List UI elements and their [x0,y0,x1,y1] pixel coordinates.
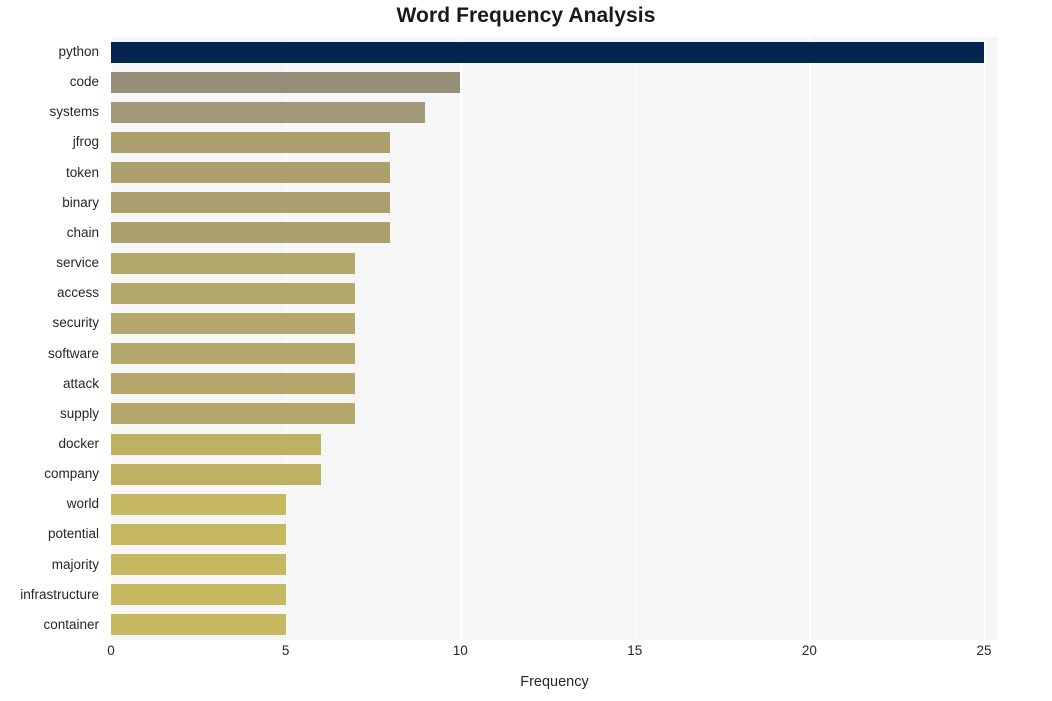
y-tick-label-security: security [52,315,99,331]
word-frequency-chart: Word Frequency Analysis python code system… [0,0,1052,701]
y-tick-label-binary: binary [62,194,99,210]
bar-chain [111,222,391,244]
y-tick-label-jfrog: jfrog [72,134,99,150]
bar-binary [111,192,391,214]
bar-row [111,188,998,218]
bar-row [111,580,998,610]
bar-row [111,308,998,338]
bar-world [111,493,286,515]
bar-row [111,127,998,157]
bar-code [111,71,461,93]
bars-layer [111,37,998,640]
x-tick-label-20: 20 [801,643,817,658]
bar-token [111,162,391,184]
bar-systems [111,101,426,123]
y-tick-label-docker: docker [58,435,99,451]
y-tick-label-service: service [56,255,99,271]
x-axis-title: Frequency [520,674,589,690]
bar-row [111,429,998,459]
bar-row [111,489,998,519]
y-axis-tick-labels: python code systems jfrog token binary chain se… [0,37,105,640]
bar-row [111,248,998,278]
x-tick-label-10: 10 [452,643,468,658]
bar-row [111,369,998,399]
bar-row [111,519,998,549]
bar-row [111,97,998,127]
bar-service [111,252,356,274]
y-tick-label-attack: attack [62,375,99,391]
bar-row [111,67,998,97]
bar-row [111,158,998,188]
chart-title: Word Frequency Analysis [396,4,656,27]
bar-row [111,218,998,248]
y-tick-label-supply: supply [59,405,99,421]
x-tick-label-15: 15 [627,643,643,658]
bar-row [111,399,998,429]
bar-infrastructure [111,584,286,606]
x-tick-label-5: 5 [281,643,290,658]
bar-majority [111,554,286,576]
bar-python [111,41,985,63]
bar-access [111,282,356,304]
bar-docker [111,433,321,455]
y-tick-label-software: software [47,345,99,361]
x-axis-tick-labels: 0 5 10 15 20 25 [107,643,998,667]
y-tick-label-potential: potential [47,526,99,542]
bar-row [111,37,998,67]
bar-row [111,459,998,489]
bar-row [111,550,998,580]
bar-attack [111,373,356,395]
y-tick-label-code: code [69,74,99,90]
y-tick-label-chain: chain [66,224,99,240]
x-tick-label-25: 25 [976,643,992,658]
y-tick-label-company: company [44,466,99,482]
bar-row [111,610,998,640]
y-tick-label-token: token [65,164,99,180]
bar-software [111,343,356,365]
y-tick-label-world: world [66,496,99,512]
y-tick-label-systems: systems [49,104,99,120]
bar-supply [111,403,356,425]
bar-security [111,312,356,334]
bar-company [111,463,321,485]
y-tick-label-majority: majority [51,556,99,572]
y-tick-label-container: container [43,616,99,632]
y-tick-label-infrastructure: infrastructure [20,586,99,602]
bar-row [111,339,998,369]
bar-row [111,278,998,308]
bar-potential [111,523,286,545]
y-tick-label-python: python [58,44,99,59]
bar-jfrog [111,132,391,154]
y-tick-label-access: access [56,285,99,301]
bar-container [111,614,286,636]
x-tick-label-0: 0 [107,643,115,658]
